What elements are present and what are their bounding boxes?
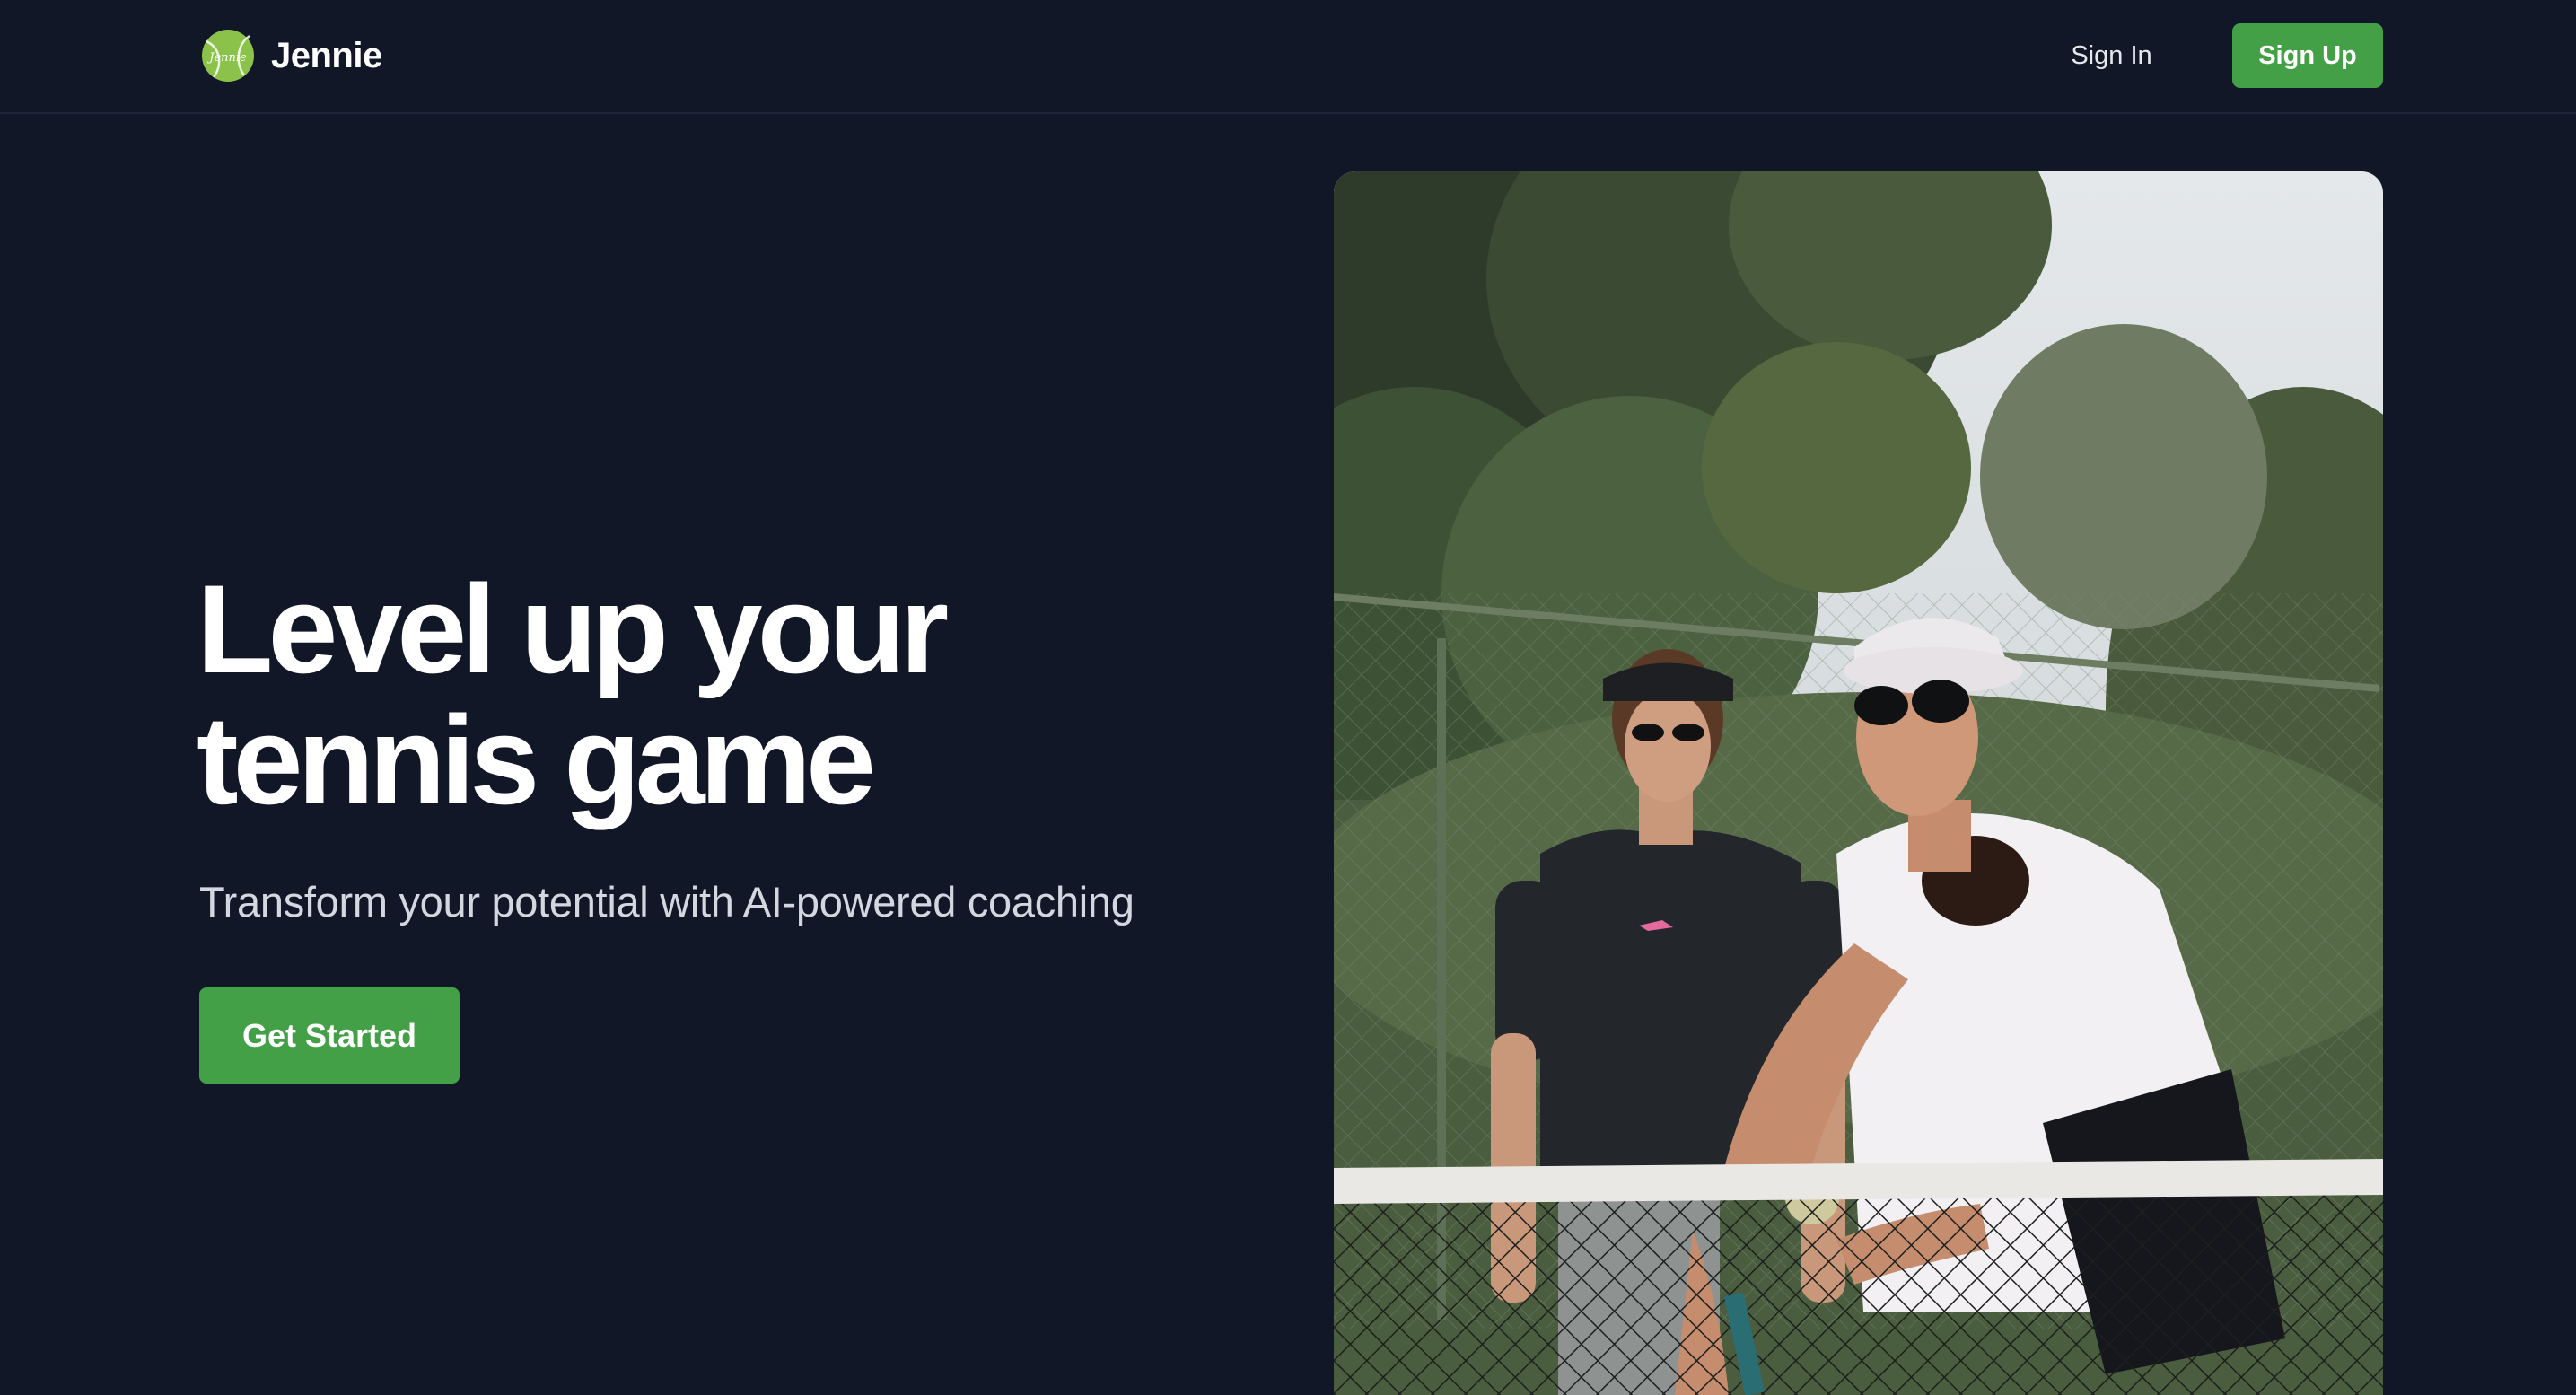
top-navbar: Jennie Jennie Sign In Sign Up	[0, 0, 2576, 114]
hero-photo	[1334, 171, 2383, 1395]
tennis-players-illustration	[1334, 171, 2383, 1395]
hero-title-line-1: Level up your	[197, 558, 949, 699]
logo-wordmark: Jennie	[206, 51, 247, 65]
hero-title: Level up your tennis game	[197, 564, 1274, 826]
sign-in-link[interactable]: Sign In	[2042, 27, 2181, 84]
brand-name: Jennie	[271, 35, 382, 75]
sign-up-button[interactable]: Sign Up	[2232, 23, 2383, 88]
hero-subtitle: Transform your potential with AI-powered…	[199, 878, 1135, 926]
get-started-button[interactable]: Get Started	[199, 987, 460, 1084]
tennis-net	[1334, 1159, 2383, 1395]
tennis-ball-logo-icon: Jennie	[202, 30, 254, 82]
landing-page: Jennie Jennie Sign In Sign Up Level up y…	[0, 0, 2576, 1395]
brand-home-link[interactable]: Jennie Jennie	[201, 29, 382, 83]
hero-title-line-2: tennis game	[197, 689, 876, 830]
